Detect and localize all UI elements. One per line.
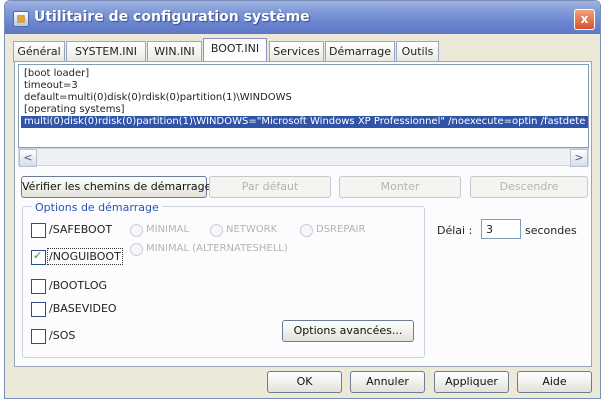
- move-down-button[interactable]: Descendre: [470, 176, 588, 198]
- horizontal-scrollbar[interactable]: < >: [18, 148, 589, 167]
- boot-ini-line[interactable]: default=multi(0)disk(0)rdisk(0)partition…: [24, 92, 292, 104]
- move-up-button[interactable]: Monter: [339, 176, 461, 198]
- scroll-left-icon[interactable]: <: [19, 149, 37, 167]
- app-icon: [13, 11, 29, 27]
- network-radio[interactable]: [210, 224, 223, 237]
- verify-boot-paths-button[interactable]: Vérifier les chemins de démarrage: [21, 176, 211, 198]
- boot-ini-line[interactable]: [boot loader]: [24, 68, 89, 80]
- tab-system-ini[interactable]: SYSTEM.INI: [66, 41, 146, 62]
- bootlog-checkbox[interactable]: [31, 279, 46, 294]
- close-button[interactable]: x: [574, 9, 595, 30]
- sos-checkbox[interactable]: [31, 329, 46, 344]
- boot-ini-selected-line[interactable]: multi(0)disk(0)rdisk(0)partition(1)\WIND…: [21, 116, 588, 128]
- delay-label: Délai :: [437, 224, 473, 237]
- tab-win-ini[interactable]: WIN.INI: [147, 41, 202, 62]
- help-button[interactable]: Aide: [517, 371, 592, 393]
- default-button[interactable]: Par défaut: [209, 176, 331, 198]
- boot-options-label: Options de démarrage: [32, 201, 162, 214]
- boot-ini-line[interactable]: timeout=3: [24, 80, 78, 92]
- title-bar[interactable]: Utilitaire de configuration système x: [5, 1, 600, 34]
- delay-input[interactable]: 3: [481, 219, 521, 239]
- basevideo-checkbox[interactable]: [31, 302, 46, 317]
- minimal-alternateshell-label: MINIMAL (ALTERNATESHELL): [146, 243, 288, 254]
- noguiboot-label: /NOGUIBOOT: [47, 248, 123, 265]
- tab-demarrage[interactable]: Démarrage: [325, 41, 395, 62]
- window-title: Utilitaire de configuration système: [34, 9, 310, 25]
- network-label: NETWORK: [226, 224, 278, 235]
- tab-outils[interactable]: Outils: [396, 41, 439, 62]
- dsrepair-label: DSREPAIR: [316, 224, 366, 235]
- boot-ini-line[interactable]: [operating systems]: [24, 104, 125, 116]
- apply-button[interactable]: Appliquer: [434, 371, 509, 393]
- safeboot-label: /SAFEBOOT: [49, 223, 113, 236]
- scroll-right-icon[interactable]: >: [570, 149, 588, 167]
- advanced-options-button[interactable]: Options avancées...: [282, 320, 414, 342]
- cancel-button[interactable]: Annuler: [350, 371, 425, 393]
- bootlog-label: /BOOTLOG: [49, 279, 108, 292]
- sos-label: /SOS: [49, 329, 76, 342]
- tab-general[interactable]: Général: [13, 41, 65, 62]
- dsrepair-radio[interactable]: [300, 224, 313, 237]
- minimal-alternateshell-radio[interactable]: [130, 243, 143, 256]
- tab-boot-ini[interactable]: BOOT.INI: [203, 38, 267, 63]
- safeboot-checkbox[interactable]: [31, 223, 46, 238]
- minimal-label: MINIMAL: [146, 224, 190, 235]
- tab-services[interactable]: Services: [269, 41, 324, 62]
- boot-ini-listbox[interactable]: [boot loader] timeout=3 default=multi(0)…: [18, 64, 589, 148]
- minimal-radio[interactable]: [130, 224, 143, 237]
- delay-unit: secondes: [525, 224, 577, 237]
- ok-button[interactable]: OK: [267, 371, 342, 393]
- basevideo-label: /BASEVIDEO: [49, 302, 117, 315]
- noguiboot-checkbox[interactable]: [31, 249, 46, 265]
